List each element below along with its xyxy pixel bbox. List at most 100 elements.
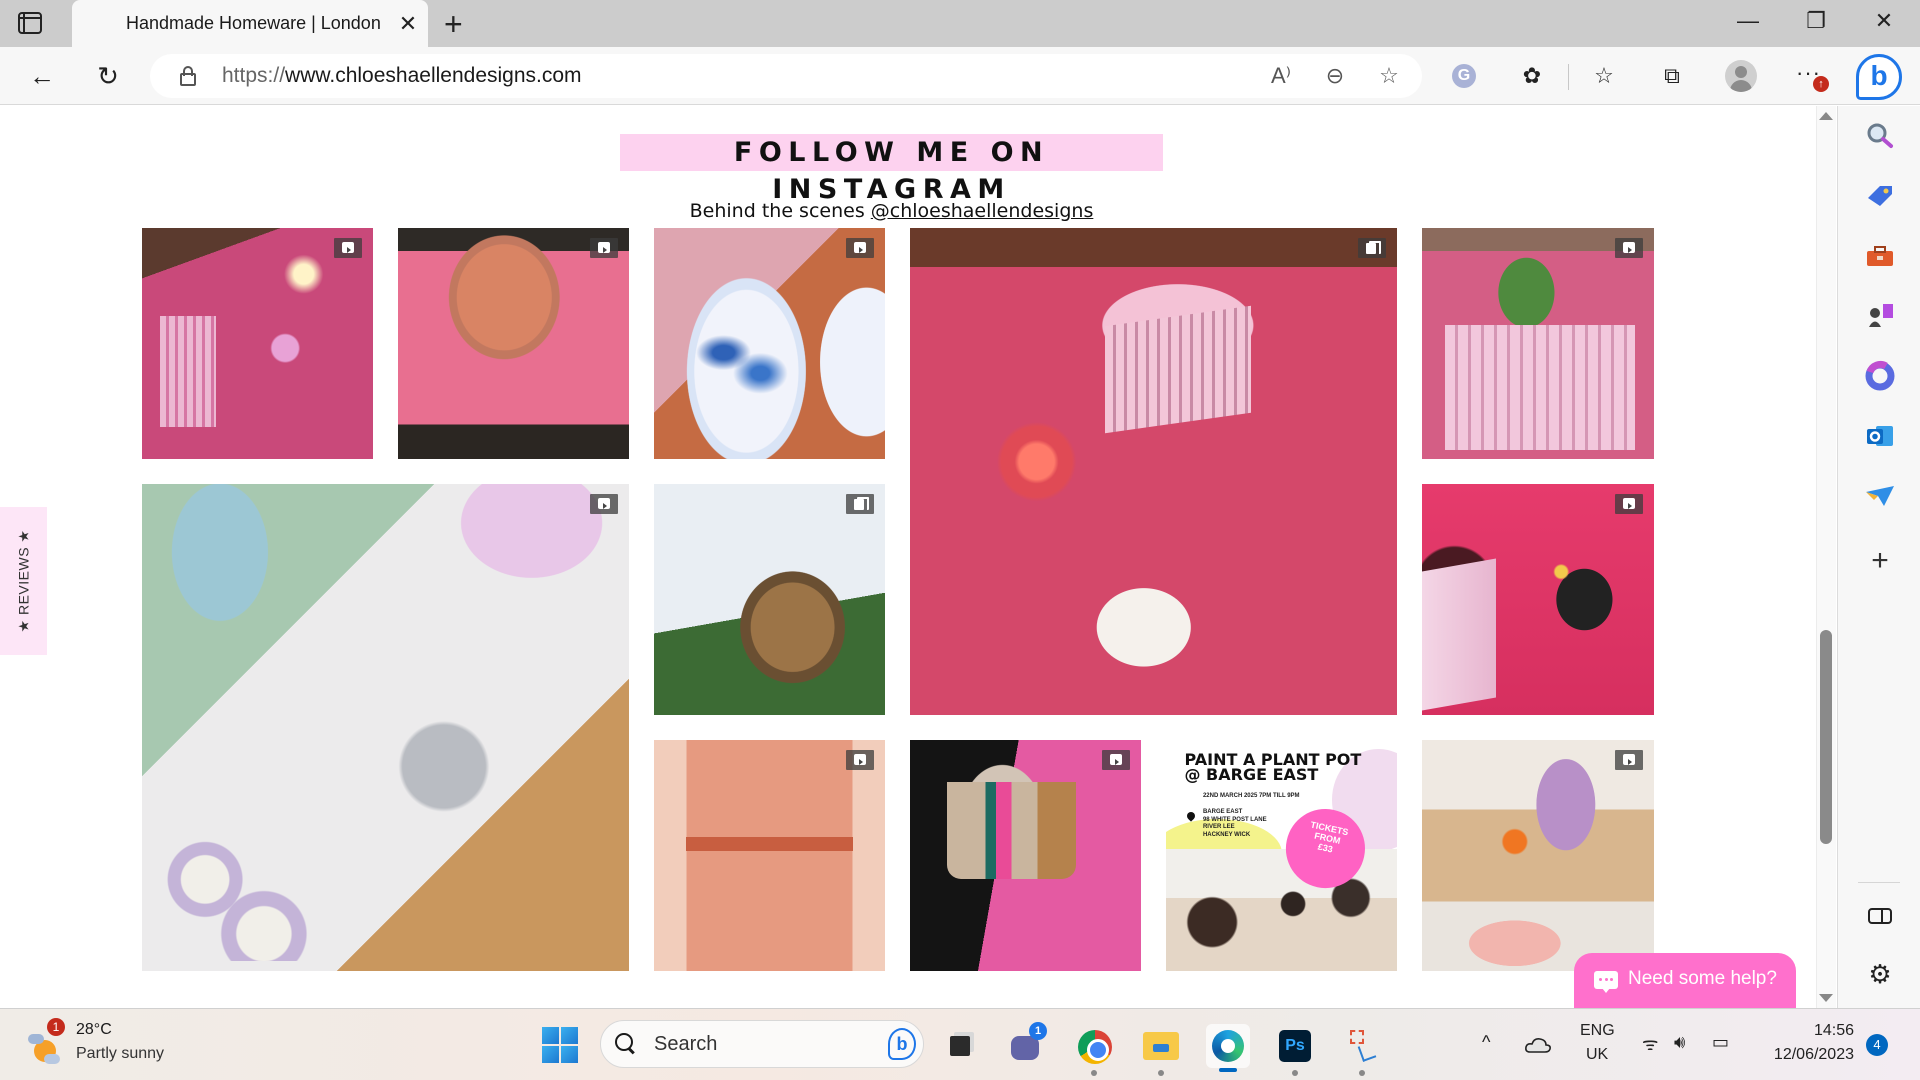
snipping-tool-app[interactable] xyxy=(1340,1024,1384,1076)
instagram-tile-candle-table[interactable] xyxy=(142,228,373,459)
sidebar-microsoft365-icon[interactable] xyxy=(1864,360,1896,392)
toolbar-divider xyxy=(1568,64,1569,90)
scroll-thumb[interactable] xyxy=(1820,630,1832,844)
poster-title: PAINT A PLANT POT @ BARGE EAST xyxy=(1184,751,1361,784)
carousel-icon xyxy=(846,494,874,514)
weather-temperature[interactable]: 28°C xyxy=(76,1021,112,1039)
bing-copilot-button[interactable]: b xyxy=(1856,54,1902,100)
input-language[interactable]: ENG xyxy=(1580,1022,1615,1040)
reel-icon xyxy=(1615,750,1643,770)
sidebar-divider xyxy=(1858,882,1900,883)
sidebar-send-icon[interactable] xyxy=(1864,480,1896,512)
reviews-side-tab[interactable]: ★ REVIEWS ★ xyxy=(0,507,47,655)
chrome-app[interactable] xyxy=(1072,1024,1116,1076)
carousel-icon xyxy=(1358,238,1386,258)
reel-icon xyxy=(1615,238,1643,258)
taskbar-search-box[interactable] xyxy=(600,1020,924,1068)
add-favorite-icon[interactable]: ☆ xyxy=(1374,63,1404,89)
scroll-down-arrow[interactable] xyxy=(1819,994,1833,1002)
poster-address: BARGE EAST 98 WHITE POST LANE RIVER LEE … xyxy=(1203,809,1267,839)
refresh-button[interactable]: ↻ xyxy=(92,60,124,92)
instagram-tile-kids-painting[interactable] xyxy=(654,484,885,715)
sidebar-tools-icon[interactable] xyxy=(1864,240,1896,272)
lock-icon[interactable] xyxy=(180,66,196,86)
instagram-tile-barge-east-event[interactable]: PAINT A PLANT POT @ BARGE EAST 22ND MARCH… xyxy=(1166,740,1397,971)
sidebar-add-button[interactable]: + xyxy=(1864,545,1896,577)
help-chat-button[interactable]: Need some help? xyxy=(1574,953,1796,1009)
poster-title-line: @ BARGE EAST xyxy=(1184,764,1319,784)
onedrive-cloud-icon[interactable] xyxy=(1524,1034,1552,1054)
page-scrollbar[interactable] xyxy=(1816,106,1836,1008)
reel-icon xyxy=(1102,750,1130,770)
sidebar-settings-icon[interactable]: ⚙ xyxy=(1864,958,1896,990)
reel-icon xyxy=(846,750,874,770)
extensions-icon[interactable]: ✿ xyxy=(1516,62,1548,90)
photoshop-label: Ps xyxy=(1279,1030,1311,1062)
search-icon xyxy=(615,1033,635,1053)
url-text[interactable]: https://www.chloeshaellendesigns.com xyxy=(222,64,582,88)
instagram-tile-homeware-flatlay[interactable] xyxy=(142,484,629,971)
photoshop-app[interactable]: Ps xyxy=(1273,1024,1317,1076)
instagram-tile-pouring-resin[interactable] xyxy=(1422,740,1654,971)
edge-app[interactable] xyxy=(1206,1024,1250,1072)
tab-title: Handmade Homeware | London | Chloe Shael… xyxy=(126,13,382,33)
show-hidden-icons-chevron[interactable]: ^ xyxy=(1482,1032,1490,1053)
poster-address-line: RIVER LEE xyxy=(1202,824,1235,831)
zoom-out-icon[interactable]: ⊖ xyxy=(1320,63,1350,89)
volume-icon[interactable]: 🔊︎ xyxy=(1674,1032,1685,1053)
start-button[interactable] xyxy=(542,1027,578,1063)
help-chat-label: Need some help? xyxy=(1628,968,1777,989)
sidebar-shopping-icon[interactable] xyxy=(1864,180,1896,212)
bing-icon[interactable]: b xyxy=(888,1028,916,1060)
weather-partly-sunny-icon[interactable] xyxy=(28,1032,60,1064)
instagram-subtitle: Behind the scenes @chloeshaellendesigns xyxy=(0,200,1783,222)
sidebar-split-screen-icon[interactable] xyxy=(1864,900,1896,932)
instagram-tile-pot-painting[interactable] xyxy=(398,228,629,459)
tab-actions-icon[interactable] xyxy=(18,12,42,34)
collections-icon[interactable]: ⧉ xyxy=(1656,62,1688,90)
task-view-button[interactable] xyxy=(938,1024,982,1068)
subtitle-prefix: Behind the scenes xyxy=(689,200,871,222)
instagram-tile-hair-accessory-holder[interactable] xyxy=(1422,484,1654,715)
clock-date[interactable]: 12/06/2023 xyxy=(1762,1046,1854,1064)
reviews-label: ★ REVIEWS ★ xyxy=(15,529,31,633)
restore-button[interactable]: ❐ xyxy=(1796,8,1836,34)
sidebar-search-icon[interactable] xyxy=(1864,120,1896,152)
instagram-tile-painted-pot[interactable] xyxy=(910,740,1141,971)
poster-address-line: HACKNEY WICK xyxy=(1202,831,1251,838)
instagram-tile-crate-supplies[interactable] xyxy=(1422,228,1654,459)
weather-badge: 1 xyxy=(47,1018,65,1036)
minimize-button[interactable]: — xyxy=(1728,8,1768,34)
file-explorer-app[interactable] xyxy=(1139,1024,1183,1076)
wifi-icon[interactable]: ᯤ xyxy=(1642,1032,1658,1056)
sidebar-games-icon[interactable] xyxy=(1864,300,1896,332)
instagram-handle-link[interactable]: @chloeshaellendesigns xyxy=(871,200,1094,222)
profile-avatar[interactable] xyxy=(1725,60,1757,92)
scroll-up-arrow[interactable] xyxy=(1819,112,1833,120)
weather-description[interactable]: Partly sunny xyxy=(76,1045,164,1063)
teams-badge: 1 xyxy=(1029,1022,1047,1040)
battery-icon[interactable]: ▭ xyxy=(1712,1032,1729,1053)
reel-icon xyxy=(590,238,618,258)
close-window-button[interactable]: ✕ xyxy=(1864,8,1904,34)
reel-icon xyxy=(590,494,618,514)
back-button[interactable]: ← xyxy=(26,60,58,92)
location-pin-icon xyxy=(1185,809,1197,822)
notification-center-badge[interactable]: 4 xyxy=(1866,1034,1888,1056)
tab-close-button[interactable]: ✕ xyxy=(396,11,420,37)
input-region[interactable]: UK xyxy=(1586,1046,1608,1064)
favorites-icon[interactable]: ☆ xyxy=(1588,62,1620,90)
grammar-extension-icon[interactable]: G xyxy=(1452,64,1476,88)
teams-chat-app[interactable]: 1 xyxy=(1005,1022,1049,1068)
reel-icon xyxy=(1615,494,1643,514)
update-badge: ↑ xyxy=(1813,76,1829,92)
read-aloud-icon[interactable]: A⁾ xyxy=(1266,63,1296,89)
clock-time[interactable]: 14:56 xyxy=(1770,1022,1854,1040)
instagram-tile-event-table[interactable] xyxy=(910,228,1397,715)
instagram-tile-marbled-trays[interactable] xyxy=(654,228,885,459)
instagram-tile-apron[interactable] xyxy=(654,740,885,971)
new-tab-button[interactable]: + xyxy=(444,6,463,43)
instagram-heading-text: FOLLOW ME ON INSTAGRAM xyxy=(733,137,1050,205)
sidebar-outlook-icon[interactable] xyxy=(1864,420,1896,452)
url-host: www.chloeshaellendesigns.com xyxy=(285,64,582,87)
